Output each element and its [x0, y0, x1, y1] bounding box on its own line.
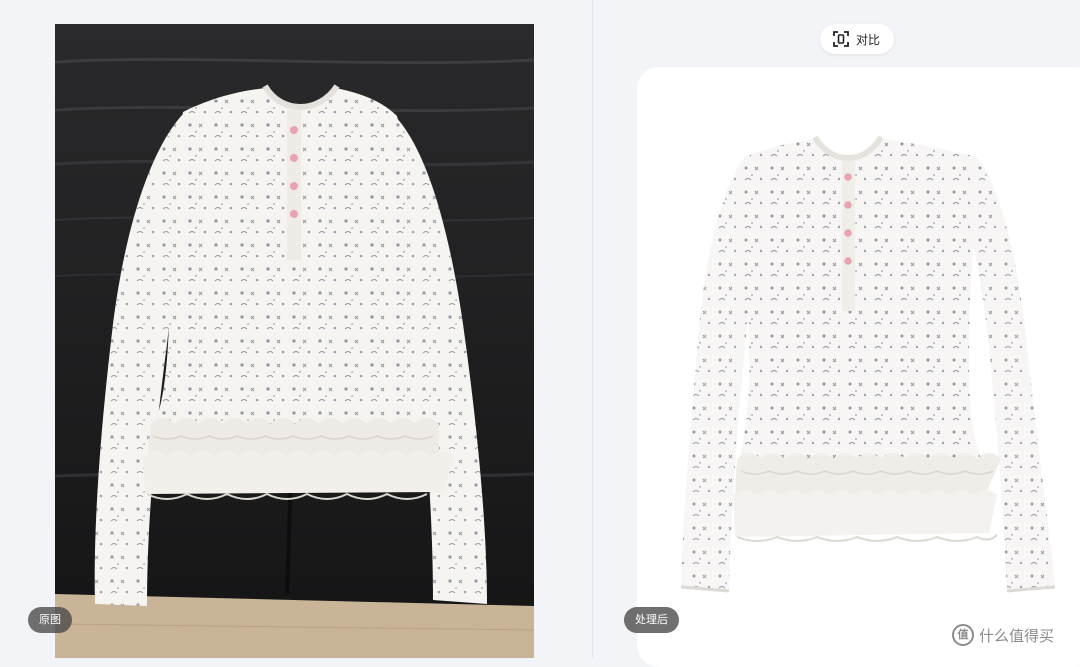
- original-badge: 原图: [28, 607, 72, 633]
- processed-photo: [680, 135, 1056, 593]
- compare-frame-icon: [833, 31, 849, 47]
- compare-button[interactable]: 对比: [820, 24, 895, 54]
- original-photo: [55, 24, 534, 658]
- original-image-panel: [55, 24, 534, 658]
- processed-image-panel: [637, 67, 1080, 667]
- panel-divider: [592, 0, 593, 658]
- watermark-text: 什么值得买: [979, 626, 1055, 645]
- compare-label: 对比: [856, 32, 881, 47]
- zhi-logo-icon: 值: [952, 624, 974, 646]
- processed-badge: 处理后: [624, 607, 679, 633]
- site-watermark: 值 什么值得买: [952, 624, 1054, 646]
